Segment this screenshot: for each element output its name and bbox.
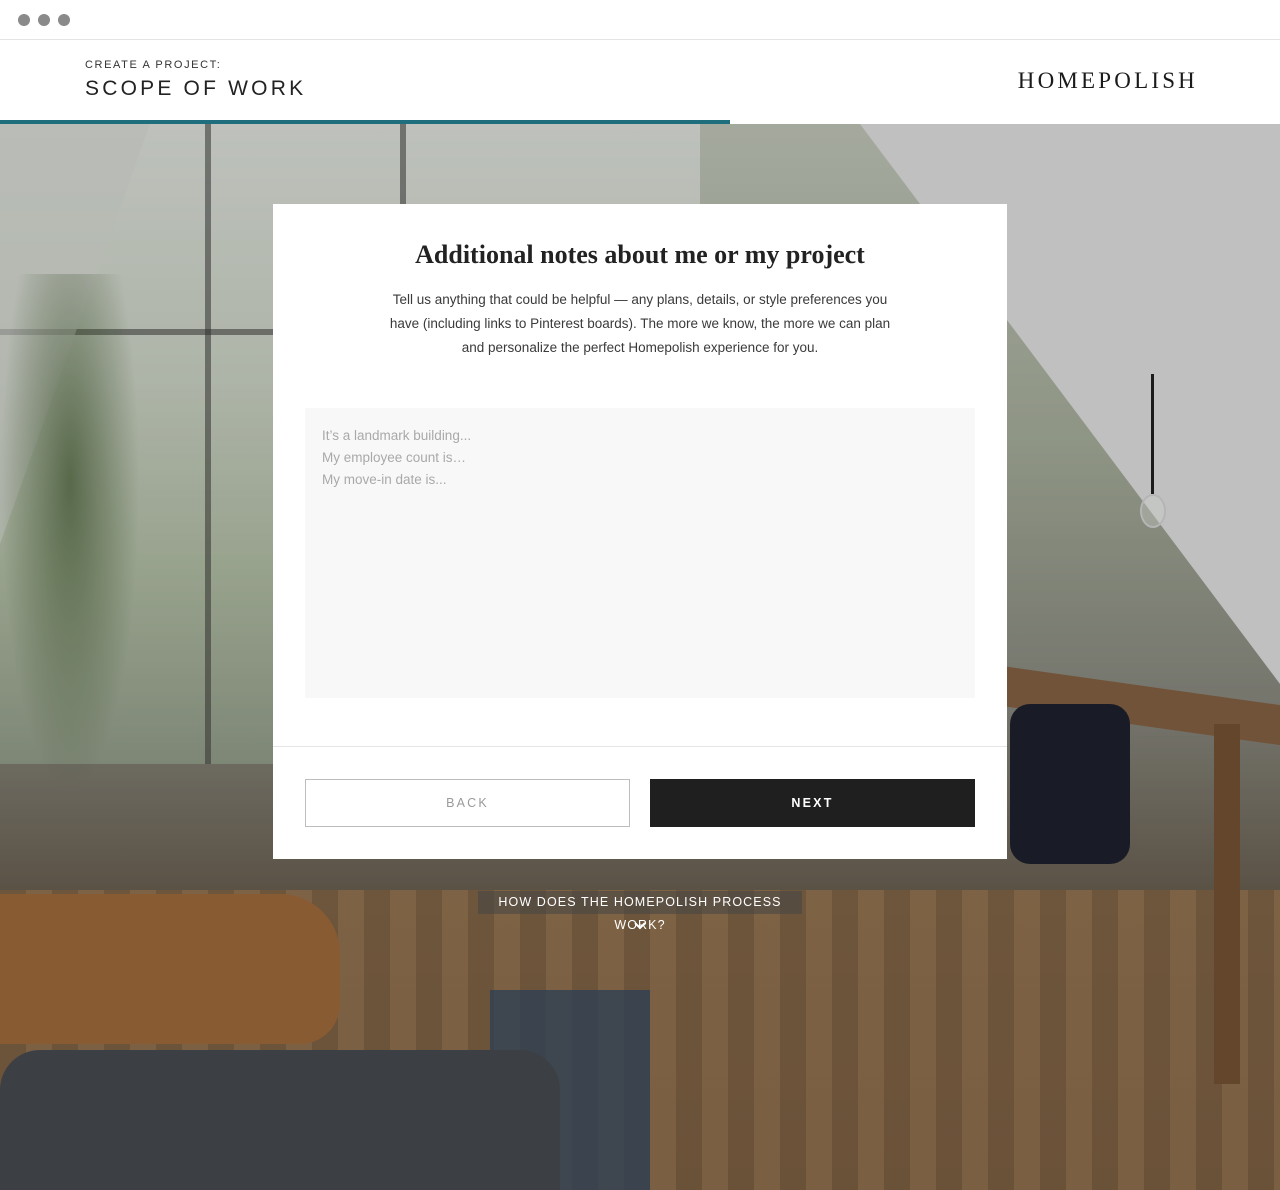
card-description: Tell us anything that could be helpful —… [389,292,891,355]
window-minimize-dot[interactable] [38,14,50,26]
page-title: SCOPE OF WORK [85,77,307,100]
how-it-works-link[interactable]: HOW DOES THE HOMEPOLISH PROCESS WORK? [478,891,802,932]
next-button[interactable]: NEXT [650,779,975,827]
page-header: CREATE A PROJECT: SCOPE OF WORK HOMEPOLI… [0,40,1280,124]
browser-chrome [0,0,1280,40]
homepolish-logo[interactable]: HOMEPOLISH [1018,68,1198,94]
window-maximize-dot[interactable] [58,14,70,26]
card-title: Additional notes about me or my project [415,240,865,269]
header-eyebrow: CREATE A PROJECT: [85,59,222,71]
chevron-down-icon[interactable] [632,920,648,932]
notes-card: Additional notes about me or my project … [273,204,1007,859]
window-close-dot[interactable] [18,14,30,26]
card-divider [273,746,1007,747]
back-button[interactable]: BACK [305,779,630,827]
notes-textarea[interactable] [305,408,975,698]
